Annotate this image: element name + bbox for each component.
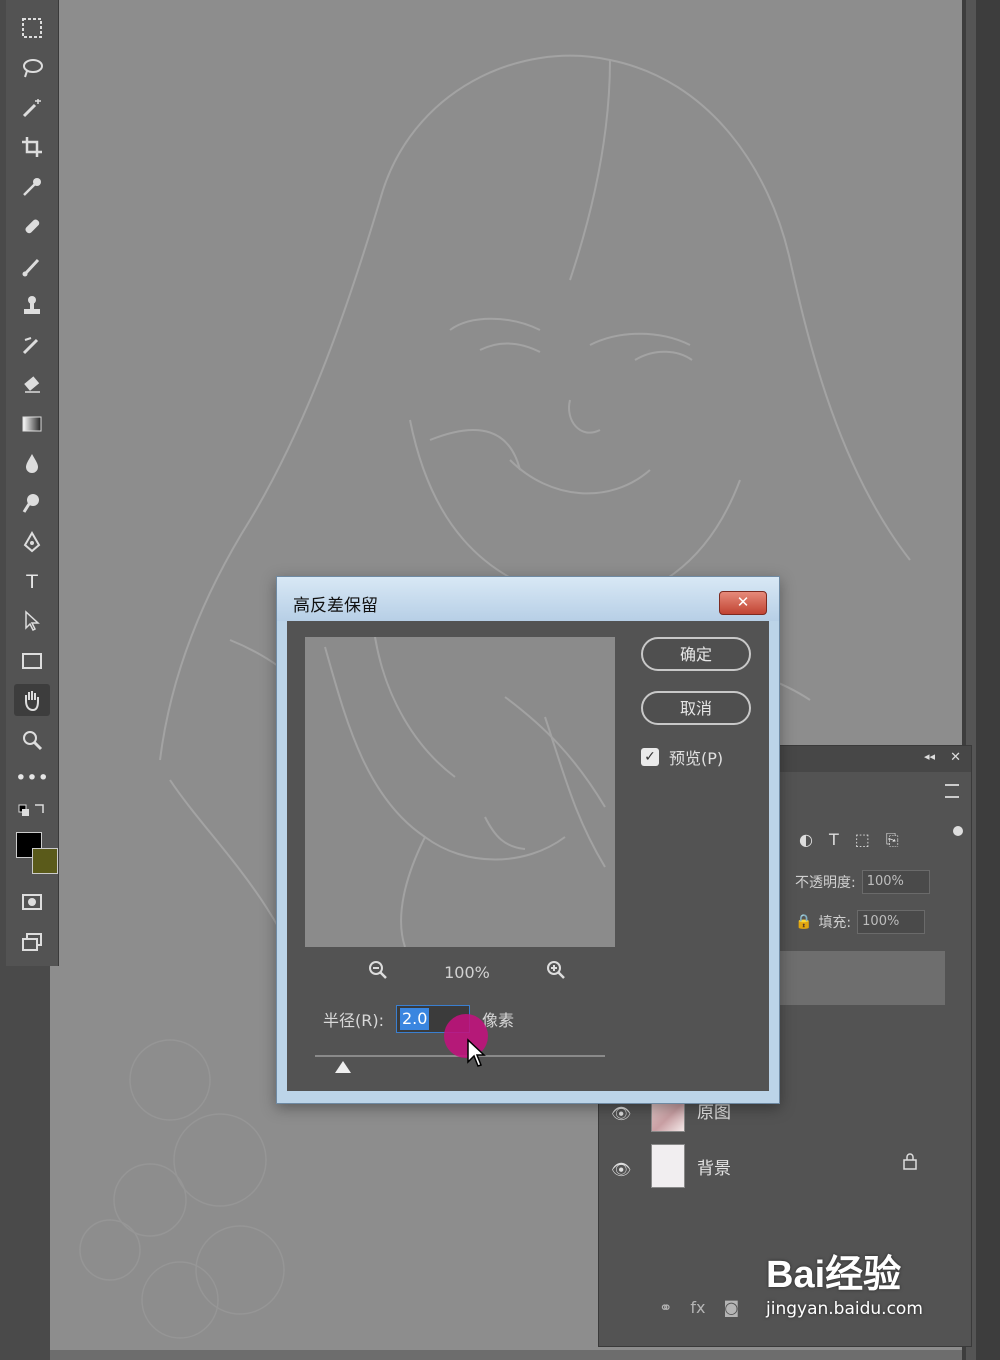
eyedropper-icon[interactable]	[14, 171, 50, 203]
opacity-label: 不透明度:	[795, 875, 856, 891]
type-icon[interactable]: T	[14, 566, 50, 598]
smart-object-filter-icon[interactable]: ⎘	[886, 830, 899, 850]
high-pass-dialog: 高反差保留 ✕ 100% 确定 取消 ✓ 预览(P) 半径(R): 2.0 像素	[276, 576, 780, 1104]
preview-checkbox[interactable]: ✓	[641, 748, 659, 766]
dialog-titlebar[interactable]: 高反差保留 ✕	[277, 577, 779, 621]
brush-icon[interactable]	[14, 250, 50, 282]
preview-label: 预览(P)	[669, 749, 724, 768]
watermark-brand: Bai经验	[766, 1254, 902, 1296]
dodge-icon[interactable]	[14, 487, 50, 519]
pen-icon[interactable]	[14, 526, 50, 558]
watermark-url: jingyan.baidu.com	[766, 1299, 923, 1319]
panel-menu-icon[interactable]	[945, 784, 959, 798]
eraser-icon[interactable]	[14, 368, 50, 400]
zoom-controls: 100%	[367, 959, 567, 985]
add-mask-icon[interactable]: ◙	[724, 1298, 740, 1317]
marquee-icon[interactable]	[14, 12, 50, 44]
fill-label: 填充:	[818, 915, 852, 931]
lock-icon	[902, 1152, 918, 1174]
panel-footer: ⚭ fx ◙	[659, 1298, 739, 1317]
healing-brush-icon[interactable]	[14, 210, 50, 242]
layer-row[interactable]: 👁 背景	[599, 1140, 944, 1202]
mouse-cursor-icon	[467, 1038, 486, 1067]
dialog-body: 100% 确定 取消 ✓ 预览(P) 半径(R): 2.0 像素	[287, 621, 769, 1091]
history-brush-icon[interactable]	[14, 329, 50, 361]
layer-filter-icons: ◐ T ⬚ ⎘	[799, 830, 899, 850]
preview-pane[interactable]	[305, 637, 615, 947]
quick-mask-icon[interactable]	[14, 886, 50, 918]
close-panel-icon[interactable]: ✕	[950, 750, 961, 765]
swap-colors-icon[interactable]	[14, 798, 50, 822]
rectangle-icon[interactable]	[14, 645, 50, 677]
radius-value: 2.0	[400, 1008, 430, 1030]
zoom-level: 100%	[444, 962, 490, 982]
more-tools-icon[interactable]: •••	[14, 762, 50, 794]
visibility-eye-icon[interactable]: 👁	[611, 1160, 631, 1179]
radius-slider-handle[interactable]	[335, 1061, 351, 1073]
lasso-icon[interactable]	[14, 52, 50, 84]
fill-row: 🔒 填充: 100%	[795, 910, 926, 934]
gradient-icon[interactable]	[14, 408, 50, 440]
opacity-row: 不透明度: 100%	[795, 870, 930, 894]
tools-panel: T •••	[6, 0, 59, 966]
preview-image	[324, 637, 606, 947]
background-color-swatch[interactable]	[32, 848, 58, 874]
link-layers-icon[interactable]: ⚭	[659, 1298, 672, 1317]
crop-icon[interactable]	[14, 131, 50, 163]
magic-wand-icon[interactable]	[14, 92, 50, 124]
watermark: Bai经验 jingyan.baidu.com	[766, 1255, 966, 1319]
selected-layer-row[interactable]	[779, 951, 945, 1005]
type-filter-icon[interactable]: T	[829, 830, 839, 850]
opacity-field[interactable]: 100%	[861, 870, 930, 894]
zoom-out-icon[interactable]	[367, 959, 389, 985]
layer-name: 背景	[697, 1159, 731, 1179]
radius-unit: 像素	[482, 1011, 515, 1030]
filter-toggle[interactable]	[953, 826, 963, 836]
ok-button[interactable]: 确定	[641, 637, 751, 671]
cancel-button[interactable]: 取消	[641, 691, 751, 725]
layer-thumbnail	[651, 1144, 685, 1188]
adjustment-filter-icon[interactable]: ◐	[799, 830, 813, 850]
close-button[interactable]: ✕	[719, 591, 767, 615]
lock-icon[interactable]: 🔒	[795, 914, 812, 930]
path-selection-icon[interactable]	[14, 605, 50, 637]
clone-stamp-icon[interactable]	[14, 289, 50, 321]
preview-checkbox-row[interactable]: ✓ 预览(P)	[641, 745, 723, 769]
visibility-eye-icon[interactable]: 👁	[611, 1104, 631, 1123]
dialog-title: 高反差保留	[293, 596, 378, 616]
fill-field[interactable]: 100%	[857, 910, 926, 934]
screen-mode-icon[interactable]	[14, 926, 50, 958]
radius-label: 半径(R):	[323, 1011, 384, 1030]
bottom-ruler	[50, 1350, 962, 1360]
zoom-icon[interactable]	[14, 724, 50, 756]
collapse-icon[interactable]: ◂◂	[924, 750, 935, 763]
fx-icon[interactable]: fx	[690, 1298, 705, 1317]
shape-filter-icon[interactable]: ⬚	[855, 830, 870, 850]
zoom-in-icon[interactable]	[545, 959, 567, 985]
blur-icon[interactable]	[14, 447, 50, 479]
hand-icon[interactable]	[14, 684, 50, 716]
